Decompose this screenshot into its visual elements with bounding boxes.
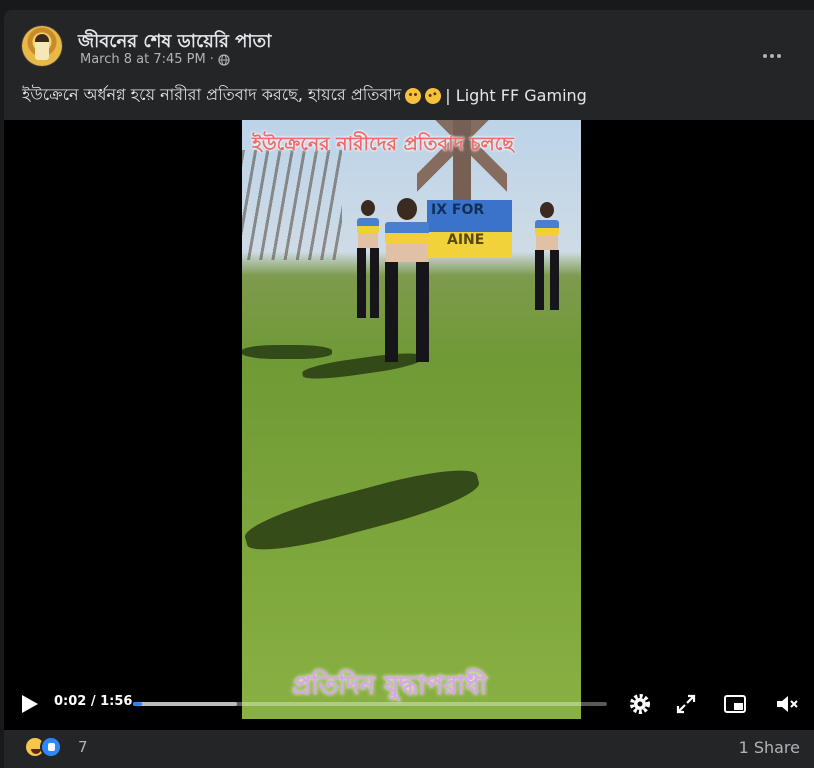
video-controls: 0:02 / 1:56	[4, 683, 814, 723]
page-avatar[interactable]	[22, 26, 62, 66]
protester-center	[382, 198, 432, 362]
globe-icon	[218, 53, 230, 66]
gear-icon[interactable]	[627, 691, 653, 717]
caption-suffix: | Light FF Gaming	[445, 86, 587, 105]
post-footer: 7 1 Share	[4, 730, 814, 768]
banner-line-1: IX FOR	[431, 202, 485, 218]
caption-text: ইউক্রেনে অর্ধনগ্ন হয়ে নারীরা প্রতিবাদ ক…	[22, 85, 402, 104]
progress-bar	[133, 702, 143, 706]
expand-icon[interactable]	[673, 691, 699, 717]
rofl-emoji-icon	[423, 85, 444, 106]
muted-speaker-icon[interactable]	[774, 691, 800, 717]
reaction-count[interactable]: 7	[78, 738, 88, 756]
post-meta: March 8 at 7:45 PM ·	[80, 52, 230, 67]
more-options-icon[interactable]	[760, 50, 784, 62]
picture-in-picture-icon[interactable]	[722, 691, 748, 717]
protester-left	[354, 200, 382, 318]
video-frame[interactable]: IX FOR AINE ইউক্রেনের নারীদের প্রতিবাদ চ…	[242, 120, 581, 719]
seek-bar[interactable]	[133, 702, 607, 706]
trees-background	[242, 150, 342, 260]
post-card: জীবনের শেষ ডায়েরি পাতা March 8 at 7:45 …	[4, 10, 814, 768]
video-time: 0:02 / 1:56	[54, 694, 133, 709]
post-caption: ইউক্রেনে অর্ধনগ্ন হয়ে নারীরা প্রতিবাদ ক…	[22, 82, 587, 109]
grin-emoji-icon	[405, 87, 422, 104]
buffer-bar	[133, 702, 238, 706]
grass-shadow	[242, 459, 484, 561]
like-icon	[40, 736, 62, 758]
grass-shadow	[242, 345, 332, 359]
protest-banner: IX FOR AINE	[427, 200, 512, 258]
post-header: জীবনের শেষ ডায়েরি পাতা March 8 at 7:45 …	[22, 24, 802, 70]
share-count[interactable]: 1 Share	[739, 738, 800, 757]
post-date[interactable]: March 8 at 7:45 PM	[80, 52, 206, 67]
play-icon[interactable]	[22, 695, 38, 713]
protester-right	[532, 202, 562, 310]
meta-separator: ·	[209, 52, 214, 67]
video-overlay-title: ইউক্রেনের নারীদের প্রতিবাদ চলছে	[252, 133, 514, 155]
banner-line-2: AINE	[447, 232, 485, 248]
video-player[interactable]: IX FOR AINE ইউক্রেনের নারীদের প্রতিবাদ চ…	[4, 120, 814, 730]
reactions-summary[interactable]	[24, 736, 70, 758]
